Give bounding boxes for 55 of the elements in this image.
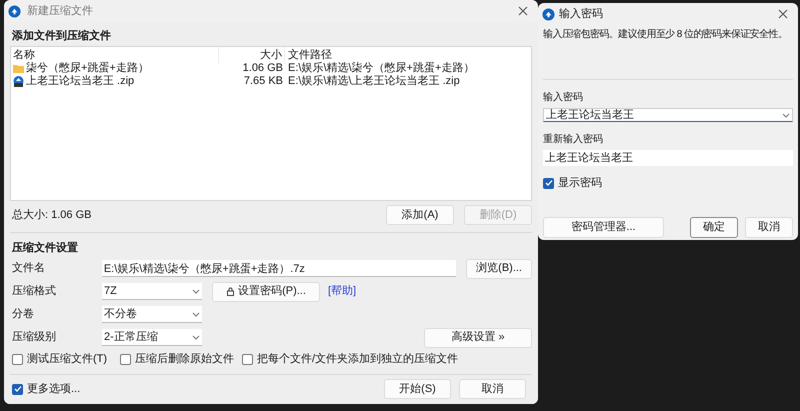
button[interactable]: 密码管理器... [543,216,664,238]
caret-icon [192,288,200,294]
close-icon[interactable] [518,6,528,16]
checkbox[interactable] [120,354,131,365]
checkbox[interactable] [242,354,253,365]
filename-field[interactable]: E:\娱乐\精选\柒兮（憋尿+跳蛋+走路）.7z [102,260,456,277]
column-header[interactable]: 大小 [219,47,285,64]
file-size: 7.65 KB [242,74,284,90]
checkbox-label: 测试压缩文件(T) [27,352,108,368]
close-icon[interactable] [778,9,788,19]
checkbox[interactable] [543,178,554,189]
password-field[interactable]: 上老王论坛当老王 [543,108,793,122]
app-logo-icon [542,8,555,20]
app-logo-icon [8,4,21,18]
caret-icon [782,112,790,118]
button[interactable]: 取消 [459,379,526,399]
lock-icon [226,287,236,296]
dropdown[interactable]: 不分卷 [102,306,202,323]
caret-icon [192,312,200,316]
file-name[interactable]: 上老王论坛当老王 .zip [26,73,134,90]
set-password-button[interactable]: 设置密码(P)... [212,282,320,302]
total-size: 总大小: 1.06 GB [12,208,92,223]
checkbox[interactable] [12,384,23,394]
dropdown[interactable]: 7Z [102,283,202,300]
field-label: 压缩级别 [11,330,57,346]
field-label: 重新输入密码 [543,132,604,146]
button[interactable]: 浏览(B)... [466,258,532,278]
checkbox-label: 压缩后删除原始文件 [135,352,234,368]
field-label: 文件名 [11,260,46,276]
help-link[interactable]: [帮助] [328,283,356,300]
section-heading: 压缩文件设置 [10,240,79,256]
checkbox-label: 更多选项... [27,382,80,397]
checkbox-label: 显示密码 [558,176,602,191]
section-heading: 添加文件到压缩文件 [11,28,112,44]
caret-icon [192,334,200,340]
file-path: E:\娱乐\精选\柒兮（憋尿+跳蛋+走路） [287,60,474,75]
checkbox-label: 把每个文件/文件夹添加到独立的压缩文件 [257,352,458,368]
confirm-password-field[interactable]: 上老王论坛当老王 [543,150,793,166]
button[interactable]: 取消 [745,216,793,238]
field-label: 分卷 [11,307,35,322]
folder-icon [13,64,24,73]
dropdown[interactable]: 2-正常压缩 [102,329,202,346]
field-label: 压缩格式 [11,284,57,300]
checkbox[interactable] [12,354,23,365]
archive-icon [13,76,24,87]
window-title: 新建压缩文件 [27,4,94,19]
file-path: E:\娱乐\精选\上老王论坛当老王 .zip [287,74,460,90]
file-size: 1.06 GB [242,61,284,76]
button[interactable]: 添加(A) [386,205,454,225]
field-label: 输入密码 [543,90,584,104]
window-title: 输入密码 [559,6,604,22]
button[interactable]: 确定 [690,216,738,238]
button[interactable]: 高级设置 » [424,328,532,348]
button[interactable]: 开始(S) [384,379,451,399]
hint-text: 输入压缩包密码。建议使用至少 8 位的密码来保证安全性。 [543,28,788,42]
